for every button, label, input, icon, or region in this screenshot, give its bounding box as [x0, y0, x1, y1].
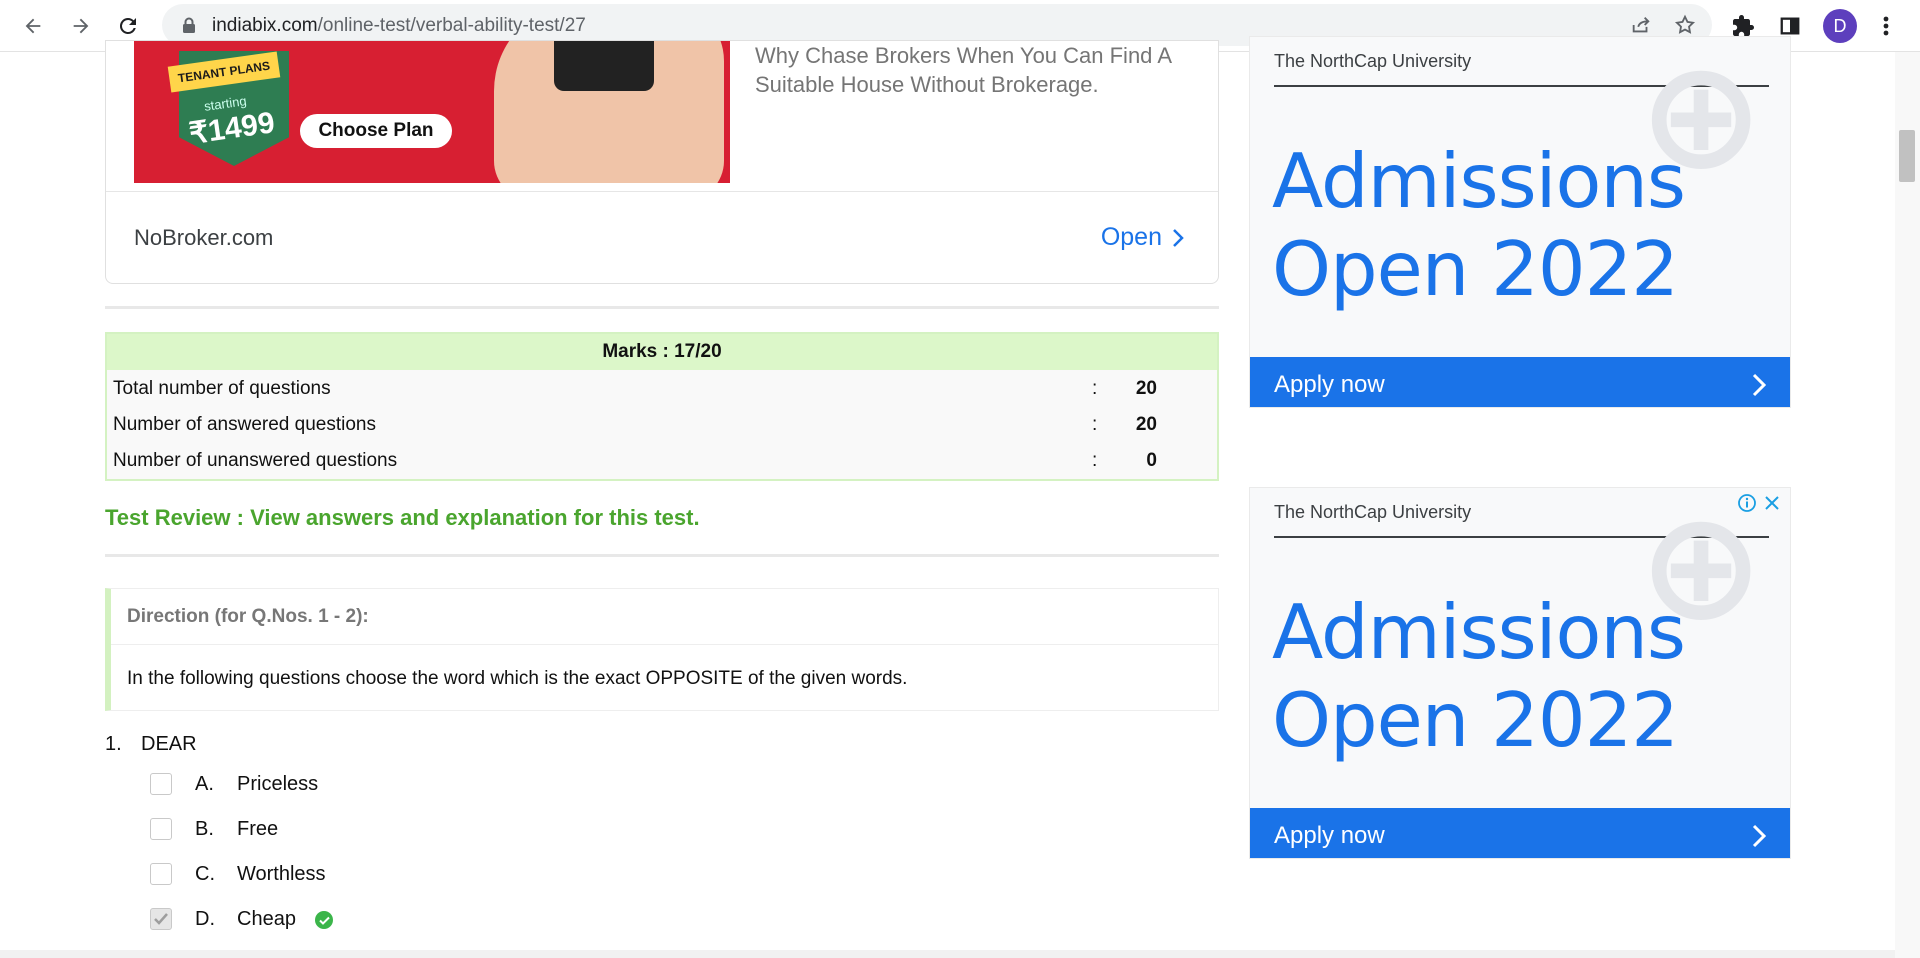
option-letter: C. — [195, 863, 215, 885]
ad-headline: Admissions Open 2022 — [1272, 588, 1686, 764]
reload-icon — [119, 17, 136, 34]
ad-headline-line1: Admissions — [1272, 137, 1686, 225]
horizontal-scrollbar[interactable] — [0, 950, 1895, 958]
marks-summary-table: Marks : 17/20 Total number of questions … — [105, 332, 1219, 481]
side-ad-1[interactable]: The NorthCap University ⊕ Admissions Ope… — [1249, 36, 1791, 408]
phone-illustration — [554, 41, 654, 91]
apply-now-button[interactable]: Apply now — [1250, 808, 1790, 858]
direction-title: Direction (for Q.Nos. 1 - 2): — [127, 606, 369, 627]
option-letter: A. — [195, 773, 214, 795]
ad-university: The NorthCap University — [1274, 502, 1472, 522]
apply-now-button[interactable]: Apply now — [1250, 357, 1790, 407]
option-text: Free — [237, 818, 279, 840]
ad-headline-line1: Admissions — [1272, 588, 1686, 676]
ad-university: The NorthCap University — [1274, 51, 1472, 71]
correct-answer-icon — [315, 911, 333, 929]
chevron-right-icon — [1752, 373, 1766, 397]
question-number: 1. — [105, 733, 122, 755]
option-checkbox[interactable] — [150, 863, 172, 885]
scrollbar-thumb[interactable] — [1899, 130, 1915, 182]
option-text: Worthless — [237, 863, 326, 885]
direction-text: In the following questions choose the wo… — [127, 668, 908, 689]
ad-headline: Admissions Open 2022 — [1272, 137, 1686, 313]
option-checkbox-checked[interactable] — [150, 908, 172, 930]
option-text: Priceless — [237, 773, 319, 795]
ad-open-label: Open — [1100, 223, 1162, 251]
apply-label: Apply now — [1274, 822, 1385, 849]
vertical-scrollbar[interactable] — [1895, 52, 1920, 958]
question-text: DEAR — [141, 733, 197, 755]
table-row: Number of unanswered questions : 0 — [107, 442, 1217, 478]
test-review-link[interactable]: Test Review : View answers and explanati… — [105, 505, 700, 531]
table-row: Total number of questions : 20 — [107, 370, 1217, 406]
chevron-right-icon — [1173, 228, 1184, 247]
ad-brand: NoBroker.com — [134, 225, 274, 250]
forward-button[interactable] — [65, 10, 97, 42]
url-path: /online-test/verbal-ability-test/27 — [317, 15, 586, 36]
forward-icon — [73, 18, 89, 34]
option-text: Cheap — [237, 908, 296, 930]
marks-heading: Marks : 17/20 — [107, 334, 1217, 370]
chevron-right-icon — [1752, 824, 1766, 848]
ad-open-link[interactable]: Open — [1101, 223, 1184, 252]
back-button[interactable] — [17, 10, 49, 42]
row-label: Number of answered questions — [113, 414, 376, 435]
lock-icon — [182, 17, 196, 39]
sidepanel-icon — [1780, 17, 1800, 35]
option-letter: D. — [195, 908, 215, 930]
direction-divider — [111, 644, 1218, 645]
url-text: indiabix.com/online-test/verbal-ability-… — [212, 15, 586, 37]
table-row: Number of answered questions : 20 — [107, 406, 1217, 442]
menu-icon — [1883, 16, 1889, 36]
option-letter: B. — [195, 818, 214, 840]
ad-tagline: Why Chase Brokers When You Can Find A Su… — [755, 43, 1171, 97]
check-icon — [154, 913, 168, 925]
nobroker-ad[interactable]: TENANT PLANS starting ₹1499 Choose Plan … — [105, 40, 1219, 284]
url-domain: indiabix.com — [212, 15, 318, 36]
row-colon: : — [1092, 378, 1098, 399]
ad-divider — [106, 191, 1218, 192]
row-label: Number of unanswered questions — [113, 450, 398, 471]
row-value: 20 — [1135, 378, 1157, 399]
divider — [105, 554, 1219, 557]
direction-box: Direction (for Q.Nos. 1 - 2): In the fol… — [105, 588, 1219, 711]
option-checkbox[interactable] — [150, 773, 172, 795]
row-value: 20 — [1135, 414, 1157, 435]
profile-avatar[interactable]: D — [1823, 9, 1857, 43]
apply-label: Apply now — [1274, 371, 1385, 398]
reload-button[interactable] — [112, 10, 144, 42]
browser-menu-button[interactable] — [1870, 10, 1902, 42]
row-value: 0 — [1146, 450, 1157, 471]
ad-banner-image[interactable]: TENANT PLANS starting ₹1499 Choose Plan — [134, 41, 730, 183]
row-colon: : — [1092, 414, 1098, 435]
extensions-icon — [1733, 15, 1754, 36]
divider — [105, 306, 1219, 309]
choose-plan-button[interactable]: Choose Plan — [300, 114, 452, 148]
row-label: Total number of questions — [113, 378, 331, 399]
ad-headline-line2: Open 2022 — [1272, 225, 1679, 313]
option-checkbox[interactable] — [150, 818, 172, 840]
row-colon: : — [1092, 450, 1098, 471]
back-icon — [25, 18, 41, 34]
side-ad-2[interactable]: The NorthCap University ⊕ Admissions Ope… — [1249, 487, 1791, 859]
ad-headline-line2: Open 2022 — [1272, 676, 1679, 764]
